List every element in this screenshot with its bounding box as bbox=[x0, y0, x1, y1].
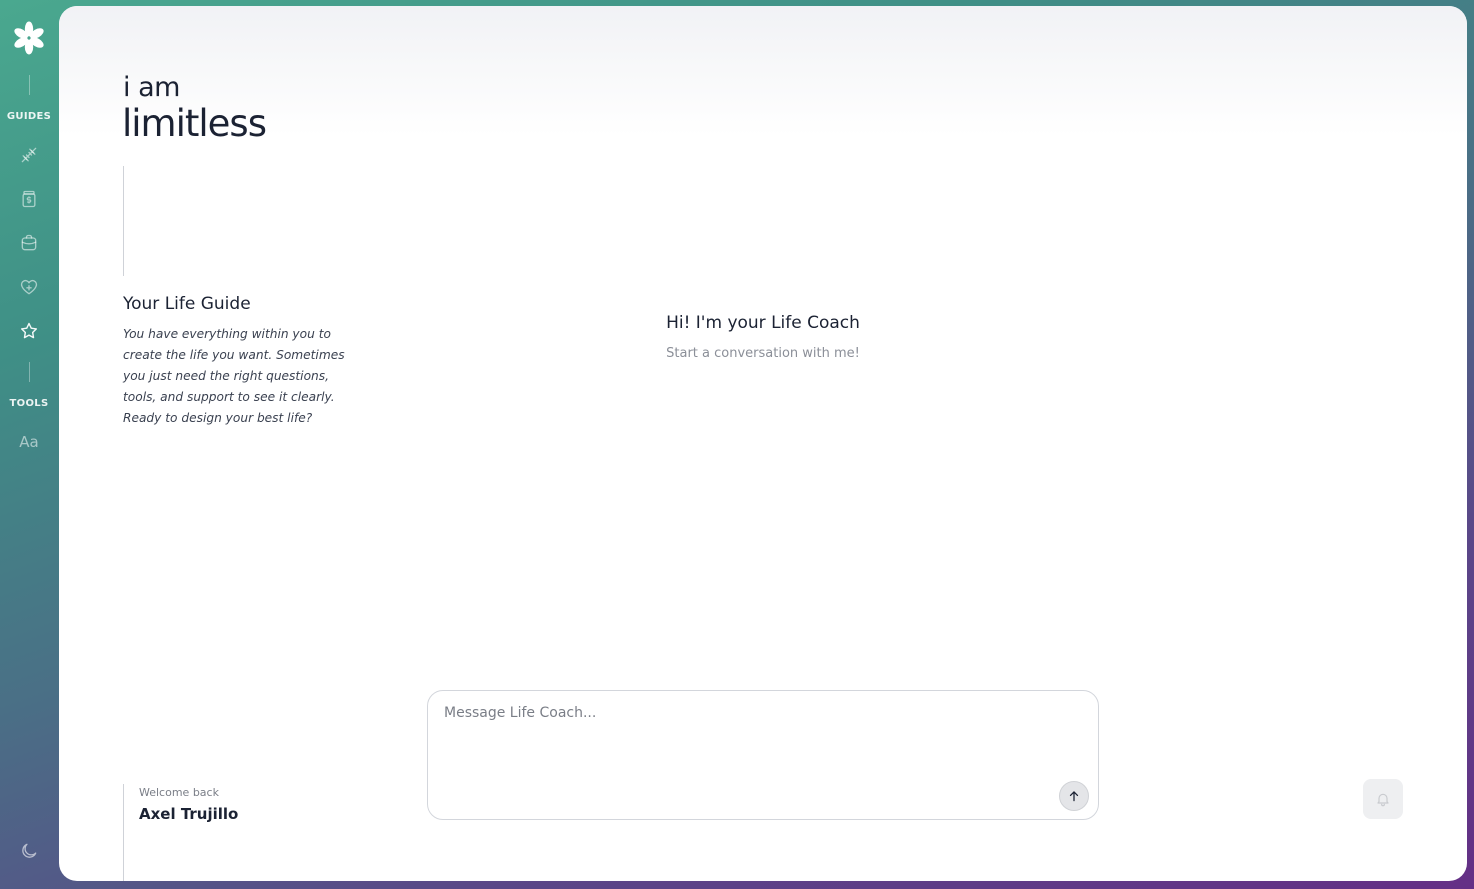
guide-title: Your Life Guide bbox=[123, 294, 251, 314]
guides-section-label: GUIDES bbox=[6, 111, 52, 122]
app-logo-icon[interactable] bbox=[12, 21, 46, 55]
send-button[interactable] bbox=[1059, 781, 1089, 811]
finance-jar-icon[interactable] bbox=[17, 187, 41, 211]
career-briefcase-icon[interactable] bbox=[17, 231, 41, 255]
sidebar: GUIDES TOOLS Aa bbox=[0, 0, 58, 889]
message-input[interactable] bbox=[444, 705, 1064, 775]
coach-greeting: Hi! I'm your Life Coach bbox=[666, 313, 860, 333]
guide-divider bbox=[123, 166, 124, 276]
health-heart-icon[interactable] bbox=[17, 275, 41, 299]
coach-subtitle: Start a conversation with me! bbox=[666, 346, 860, 361]
brand-line-2: limitless bbox=[122, 102, 267, 145]
main-panel: i am limitless Your Life Guide You have … bbox=[59, 6, 1467, 881]
guide-description: You have everything within you to create… bbox=[123, 327, 345, 425]
sidebar-divider bbox=[29, 75, 30, 95]
brand-line-1: i am bbox=[123, 72, 180, 103]
header-background bbox=[59, 6, 1467, 136]
moon-icon[interactable] bbox=[17, 839, 41, 863]
font-tool-glyph: Aa bbox=[19, 433, 39, 451]
welcome-label: Welcome back bbox=[139, 786, 219, 799]
notifications-button[interactable] bbox=[1363, 779, 1403, 819]
fitness-icon[interactable] bbox=[17, 143, 41, 167]
message-composer bbox=[427, 690, 1099, 820]
welcome-divider bbox=[123, 784, 124, 881]
life-star-icon[interactable] bbox=[17, 319, 41, 343]
bell-icon bbox=[1377, 793, 1389, 807]
arrow-up-icon bbox=[1069, 791, 1079, 802]
font-text-icon[interactable]: Aa bbox=[17, 430, 41, 454]
tools-section-label: TOOLS bbox=[9, 398, 49, 409]
user-name[interactable]: Axel Trujillo bbox=[139, 805, 238, 823]
sidebar-divider bbox=[29, 362, 30, 382]
